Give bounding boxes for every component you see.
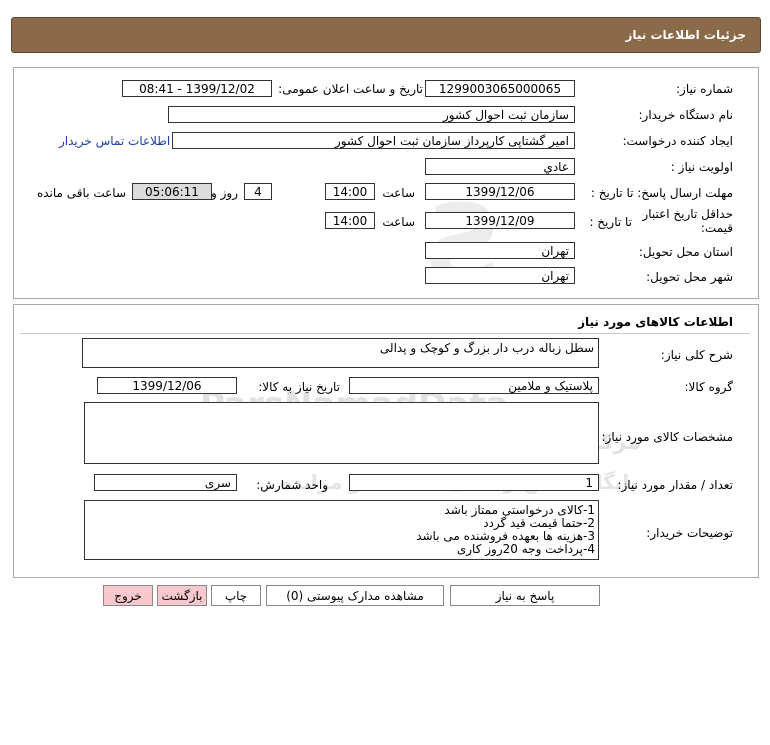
deadline-date-field: 1399/12/06 — [425, 183, 575, 200]
back-button[interactable]: بازگشت — [157, 585, 207, 606]
buyer-org-field: سازمان ثبت احوال کشور — [168, 106, 575, 123]
unit-field: سری — [94, 474, 237, 491]
creator-label: ایجاد کننده درخواست: — [622, 134, 733, 148]
remaining-time-label: ساعت باقی مانده — [36, 186, 126, 200]
deadline-time-label: ساعت — [382, 186, 415, 200]
deadline-time-field: 14:00 — [325, 183, 375, 200]
remaining-days-field: 4 — [244, 183, 272, 200]
buyer-contact-link[interactable]: اطلاعات تماس خریدار — [59, 134, 170, 148]
summary-field: سطل زباله درب دار بزرگ و کوچک و پدالی — [82, 338, 599, 368]
buyer-notes-label: توضیحات خریدار: — [646, 526, 733, 540]
qty-label: تعداد / مقدار مورد نیاز: — [617, 478, 733, 492]
creator-field: امیر گشتاپی کارپرداز سازمان ثبت احوال کش… — [172, 132, 575, 149]
priority-label: اولویت نیاز : — [670, 160, 733, 174]
province-field: تهران — [425, 242, 575, 259]
print-button[interactable]: چاپ — [211, 585, 261, 606]
exit-button[interactable]: خروج — [103, 585, 153, 606]
price-validity-time-label: ساعت — [382, 215, 415, 229]
reply-to-need-button[interactable]: پاسخ به نیاز — [450, 585, 600, 606]
goods-group-label: گروه کالا: — [684, 380, 734, 394]
announce-label: تاریخ و ساعت اعلان عمومی: — [278, 82, 423, 96]
specs-field — [84, 402, 599, 464]
need-date-label: تاریخ نیاز به کالا: — [258, 380, 340, 394]
summary-label: شرح کلی نیاز: — [660, 348, 733, 362]
need-number-field: 1299003065000065 — [425, 80, 575, 97]
price-validity-date-field: 1399/12/09 — [425, 212, 575, 229]
specs-label: مشخصات کالای مورد نیاز: — [601, 430, 733, 444]
need-number-label: شماره نیاز: — [676, 82, 733, 96]
goods-section-title: اطلاعات کالاهای مورد نیاز — [578, 315, 733, 329]
need-info-panel — [13, 67, 759, 299]
city-label: شهر محل تحویل: — [646, 270, 733, 284]
specs-text — [85, 403, 598, 407]
goods-group-field: پلاستیک و ملامین — [349, 377, 599, 394]
priority-field: عادي — [425, 158, 575, 175]
deadline-label: مهلت ارسال پاسخ: تا تاریخ : — [590, 186, 733, 200]
province-label: استان محل تحویل: — [638, 245, 733, 259]
price-validity-label: حداقل تاریخ اعتبار قیمت: — [642, 207, 733, 235]
buyer-notes-field: 1-کالای درخواستی ممتاز باشد 2-حتما قیمت … — [84, 500, 599, 560]
unit-label: واحد شمارش: — [256, 478, 328, 492]
view-attachments-button[interactable]: مشاهده مدارک پیوستی (0) — [266, 585, 444, 606]
announce-field: 1399/12/02 - 08:41 — [122, 80, 272, 97]
qty-field: 1 — [349, 474, 599, 491]
goods-section-divider — [20, 333, 750, 334]
price-validity-time-field: 14:00 — [325, 212, 375, 229]
summary-text: سطل زباله درب دار بزرگ و کوچک و پدالی — [379, 341, 594, 355]
remaining-days-label: روز و — [211, 186, 238, 200]
need-date-field: 1399/12/06 — [97, 377, 237, 394]
price-validity-until-label: تا تاریخ : — [589, 215, 632, 229]
buyer-org-label: نام دستگاه خریدار: — [638, 108, 734, 122]
buyer-note-line: 4-پرداخت وجه 20روز کاری — [456, 542, 595, 556]
remaining-time-field: 05:06:11 — [132, 183, 212, 200]
page-header: جزئیات اطلاعات نیاز — [11, 17, 761, 53]
page-title: جزئیات اطلاعات نیاز — [625, 28, 746, 42]
city-field: تهران — [425, 267, 575, 284]
